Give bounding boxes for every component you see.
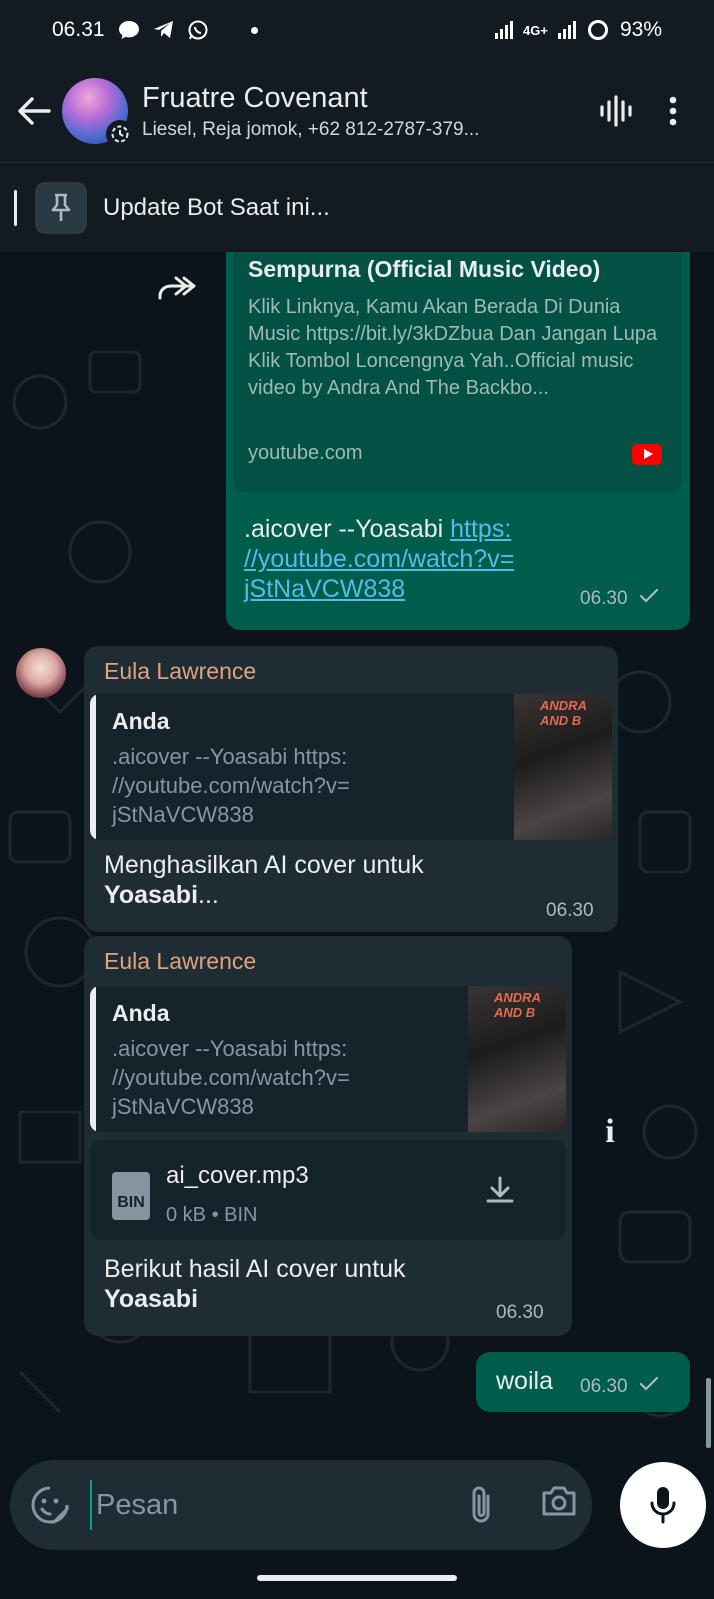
quote-author: Anda bbox=[112, 708, 170, 734]
link-preview-card[interactable]: Sempurna (Official Music Video) Klik Lin… bbox=[234, 252, 682, 492]
voice-record-button[interactable] bbox=[620, 1462, 706, 1548]
network-type: 4G+ bbox=[523, 22, 548, 38]
quoted-message[interactable]: Anda .aicover --Yoasabi https://youtube.… bbox=[90, 986, 566, 1132]
notification-dot bbox=[250, 26, 258, 34]
chat-title: Fruatre Covenant bbox=[142, 81, 368, 114]
message-time: 06.30 bbox=[496, 1302, 544, 1323]
sticker-button[interactable] bbox=[30, 1485, 70, 1525]
link-preview-domain: youtube.com bbox=[248, 442, 363, 464]
camera-button[interactable] bbox=[540, 1484, 578, 1523]
sent-check-icon bbox=[639, 1376, 658, 1391]
status-bar: 06.31 4G+ 93% bbox=[0, 0, 714, 60]
thumbnail-caption: ANDRA AND B bbox=[494, 990, 541, 1020]
quoted-message[interactable]: Anda .aicover --Yoasabi https://youtube.… bbox=[90, 694, 612, 840]
battery-percent: 93% bbox=[619, 18, 662, 41]
incoming-message[interactable]: Eula Lawrence Anda .aicover --Yoasabi ht… bbox=[84, 646, 618, 932]
message-bubble-icon bbox=[118, 21, 139, 39]
link-preview-description: Klik Linknya, Kamu Akan Berada Di Dunia … bbox=[248, 296, 658, 399]
back-button[interactable] bbox=[6, 81, 62, 141]
chat-header: Fruatre Covenant Liesel, Reja jomok, +62… bbox=[0, 60, 714, 162]
message-time: 06.30 bbox=[546, 900, 594, 921]
arrow-left-icon bbox=[18, 97, 51, 125]
download-icon bbox=[486, 1176, 514, 1203]
sticker-icon bbox=[31, 1486, 69, 1524]
pin-indicator bbox=[14, 189, 17, 226]
message-text: Menghasilkan AI cover untuk Yoasabi... bbox=[104, 851, 424, 909]
thumbnail-caption: ANDRA AND B bbox=[540, 698, 587, 728]
system-nav-bar bbox=[0, 1555, 714, 1599]
outgoing-message[interactable]: woila 06.30 bbox=[476, 1352, 690, 1412]
quote-thumbnail: ANDRA AND B bbox=[514, 694, 612, 840]
forward-button[interactable] bbox=[148, 264, 208, 316]
chat-members: Liesel, Reja jomok, +62 812-2787-379... bbox=[142, 118, 480, 140]
file-meta: 0 kB • BIN bbox=[166, 1204, 258, 1226]
sender-avatar[interactable] bbox=[16, 648, 66, 698]
sender-name[interactable]: Eula Lawrence bbox=[104, 948, 256, 975]
quote-thumbnail: ANDRA AND B bbox=[468, 986, 566, 1132]
quote-bar bbox=[90, 986, 96, 1132]
quote-text: .aicover --Yoasabi https://youtube.com/w… bbox=[112, 744, 350, 827]
signal-icon-2 bbox=[557, 21, 576, 39]
file-name: ai_cover.mp3 bbox=[166, 1162, 309, 1189]
message-time: 06.30 bbox=[580, 588, 659, 610]
status-time: 06.31 bbox=[52, 18, 105, 41]
pin-icon bbox=[35, 181, 87, 234]
message-time: 06.30 bbox=[580, 1376, 659, 1398]
sender-name[interactable]: Eula Lawrence bbox=[104, 658, 256, 685]
home-gesture-bar[interactable] bbox=[257, 1575, 457, 1581]
community-badge-icon bbox=[106, 120, 134, 148]
chat-info[interactable]: Fruatre Covenant Liesel, Reja jomok, +62… bbox=[142, 82, 562, 141]
sent-check-icon bbox=[639, 588, 658, 603]
paperclip-icon bbox=[472, 1486, 490, 1523]
info-icon[interactable]: i bbox=[588, 1110, 632, 1154]
pinned-text: Update Bot Saat ini... bbox=[103, 193, 330, 221]
camera-icon bbox=[542, 1486, 576, 1516]
pinned-message-bar[interactable]: Update Bot Saat ini... bbox=[0, 162, 714, 252]
group-avatar[interactable] bbox=[62, 78, 134, 148]
message-command: .aicover --Yoasabi bbox=[244, 515, 451, 543]
forward-icon bbox=[158, 276, 196, 300]
youtube-icon bbox=[632, 444, 662, 465]
file-type-icon: BIN bbox=[112, 1172, 150, 1220]
whatsapp-icon bbox=[188, 20, 208, 40]
message-text: woila bbox=[496, 1367, 553, 1395]
outgoing-message[interactable]: Sempurna (Official Music Video) Klik Lin… bbox=[226, 252, 690, 630]
quote-bar bbox=[90, 694, 96, 840]
mic-icon bbox=[650, 1487, 676, 1524]
waveform-icon[interactable] bbox=[598, 93, 634, 129]
message-text: Berikut hasil AI cover untuk Yoasabi bbox=[104, 1255, 406, 1313]
quote-text: .aicover --Yoasabi https://youtube.com/w… bbox=[112, 1036, 350, 1119]
message-input[interactable] bbox=[90, 1480, 430, 1530]
incoming-message[interactable]: Eula Lawrence Anda .aicover --Yoasabi ht… bbox=[84, 936, 572, 1336]
telegram-icon bbox=[153, 21, 173, 38]
message-composer bbox=[10, 1460, 592, 1550]
quote-author: Anda bbox=[112, 1000, 170, 1026]
download-button[interactable] bbox=[480, 1170, 520, 1210]
chat-area[interactable]: Sempurna (Official Music Video) Klik Lin… bbox=[0, 252, 714, 1455]
more-vert-icon[interactable] bbox=[668, 95, 678, 127]
link-preview-title: Sempurna (Official Music Video) bbox=[248, 256, 601, 282]
scrollbar-thumb[interactable] bbox=[706, 1378, 711, 1448]
attach-button[interactable] bbox=[466, 1484, 496, 1531]
signal-icon bbox=[495, 21, 514, 39]
battery-ring-icon bbox=[587, 20, 608, 40]
file-attachment[interactable]: BIN ai_cover.mp3 0 kB • BIN bbox=[90, 1140, 566, 1240]
